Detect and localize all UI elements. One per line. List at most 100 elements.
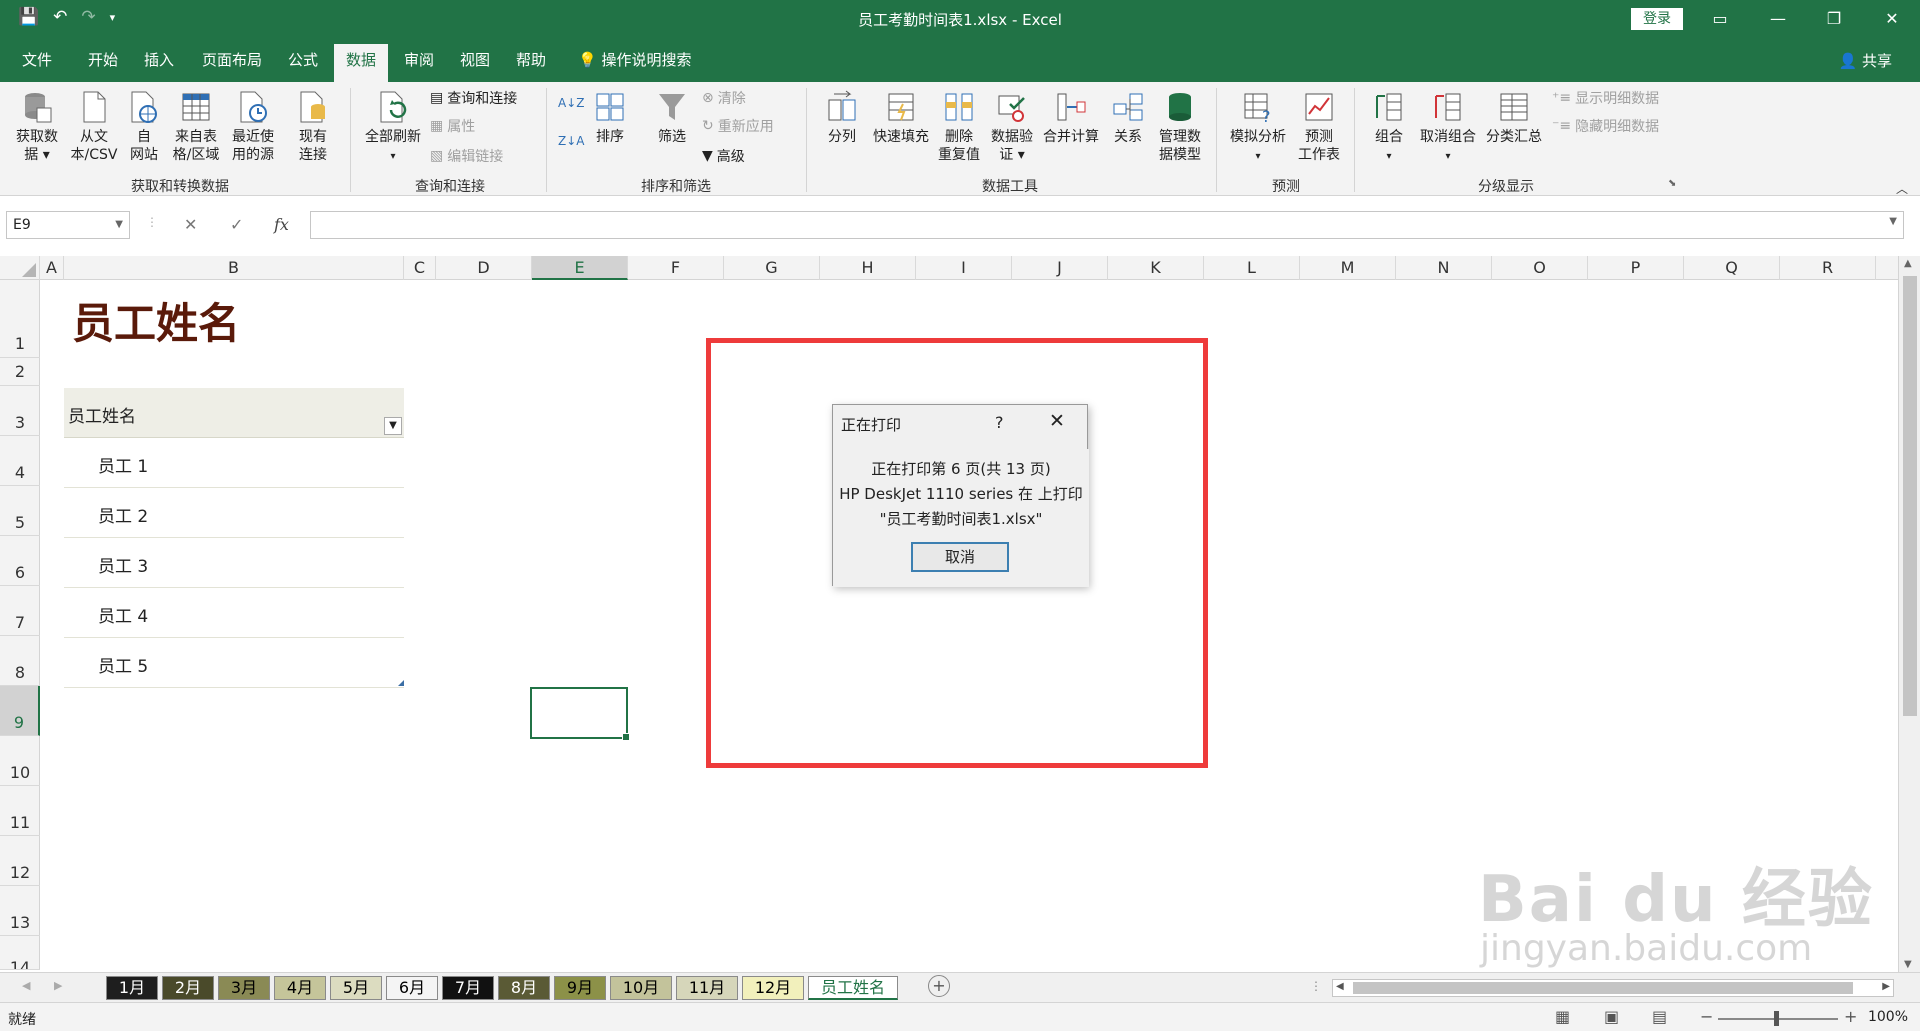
zoom-slider-knob[interactable] (1774, 1011, 1779, 1026)
column-header-j[interactable]: J (1012, 256, 1108, 280)
sheet-tab[interactable]: 10月 (610, 976, 672, 1000)
row-header-3[interactable]: 3 (0, 386, 40, 436)
column-header-b[interactable]: B (64, 256, 404, 280)
column-header-l[interactable]: L (1204, 256, 1300, 280)
ungroup-button[interactable]: 取消组合 ▾ (1416, 90, 1480, 166)
tab-help[interactable]: 帮助 (504, 44, 558, 82)
from-web-button[interactable]: 自 网站 (124, 90, 164, 164)
scroll-down-icon[interactable]: ▼ (1904, 959, 1912, 970)
active-cell-e9[interactable] (530, 687, 630, 741)
sheet-tab[interactable]: 12月 (742, 976, 804, 1000)
scroll-thumb[interactable] (1903, 276, 1917, 716)
close-button[interactable]: ✕ (1872, 5, 1912, 33)
column-header-n[interactable]: N (1396, 256, 1492, 280)
table-row[interactable]: 员工 3 (64, 538, 404, 588)
refresh-all-button[interactable]: 全部刷新 ▾ (360, 90, 426, 166)
prev-sheet-icon[interactable]: ◀ (22, 979, 30, 992)
column-header-h[interactable]: H (820, 256, 916, 280)
tab-formulas[interactable]: 公式 (276, 44, 330, 82)
table-row[interactable]: 员工 2 (64, 488, 404, 538)
filter-dropdown-button[interactable]: ▼ (384, 417, 402, 435)
existing-connections-button[interactable]: 现有 连接 (290, 90, 336, 164)
column-header-f[interactable]: F (628, 256, 724, 280)
column-header-i[interactable]: I (916, 256, 1012, 280)
hide-detail-button[interactable]: ⁻≡ 隐藏明细数据 (1552, 116, 1659, 136)
insert-function-icon[interactable]: fx (274, 215, 289, 234)
column-header-p[interactable]: P (1588, 256, 1684, 280)
add-sheet-button[interactable]: + (928, 975, 950, 997)
tab-page-layout[interactable]: 页面布局 (190, 44, 274, 82)
zoom-in-icon[interactable]: + (1844, 1007, 1857, 1026)
tab-review[interactable]: 审阅 (392, 44, 446, 82)
column-header-r[interactable]: R (1780, 256, 1876, 280)
data-validation-button[interactable]: 数据验 证 ▾ (986, 90, 1038, 164)
table-row[interactable]: 员工 5 (64, 638, 404, 688)
scroll-left-icon[interactable]: ◀ (1336, 981, 1344, 992)
sort-descending-button[interactable]: Z↓A (558, 134, 584, 148)
sheet-title[interactable]: 员工姓名 (72, 290, 240, 351)
row-header-13[interactable]: 13 (0, 886, 40, 936)
column-header-d[interactable]: D (436, 256, 532, 280)
vertical-scrollbar[interactable]: ▲ ▼ (1898, 256, 1920, 972)
zoom-level[interactable]: 100% (1868, 1009, 1908, 1025)
page-layout-view-icon[interactable]: ▣ (1604, 1007, 1619, 1026)
sheet-tab[interactable]: 员工姓名 (808, 976, 898, 1000)
h-scroll-thumb[interactable] (1353, 982, 1853, 994)
row-header-11[interactable]: 11 (0, 786, 40, 836)
cancel-icon[interactable]: ✕ (184, 215, 197, 234)
properties-button[interactable]: ▦ 属性 (430, 116, 475, 136)
row-header-2[interactable]: 2 (0, 358, 40, 386)
formula-input[interactable]: ▼ (310, 211, 1904, 239)
remove-duplicates-button[interactable]: 删除 重复值 (934, 90, 984, 164)
column-header-a[interactable]: A (40, 256, 64, 280)
tab-insert[interactable]: 插入 (132, 44, 186, 82)
select-all-corner[interactable] (0, 256, 40, 280)
name-box[interactable]: E9 ▼ (6, 211, 130, 239)
text-to-columns-button[interactable]: 分列 (820, 90, 864, 146)
tell-me-search[interactable]: 💡 操作说明搜索 (566, 44, 703, 82)
show-detail-button[interactable]: ⁺≡ 显示明细数据 (1552, 88, 1659, 108)
row-header-7[interactable]: 7 (0, 586, 40, 636)
relationships-button[interactable]: 关系 (1108, 90, 1148, 146)
sheet-tab[interactable]: 8月 (498, 976, 550, 1000)
next-sheet-icon[interactable]: ▶ (54, 979, 62, 992)
enter-icon[interactable]: ✓ (230, 215, 243, 234)
row-header-1[interactable]: 1 (0, 280, 40, 358)
restore-button[interactable]: ❐ (1814, 5, 1854, 33)
row-header-14[interactable]: 14 (0, 936, 40, 970)
tab-data[interactable]: 数据 (334, 44, 389, 82)
clear-filter-button[interactable]: ⊗ 清除 (702, 88, 746, 108)
collapse-ribbon-button[interactable]: ︿ (1896, 180, 1908, 197)
column-header-e[interactable]: E (532, 256, 628, 280)
from-csv-button[interactable]: 从文 本/CSV (66, 90, 122, 164)
table-row[interactable]: 员工 1 (64, 438, 404, 488)
share-button[interactable]: 👤 共享 (1839, 50, 1892, 71)
table-header-cell[interactable]: 员工姓名 ▼ (64, 388, 404, 438)
login-button[interactable]: 登录 (1631, 8, 1683, 30)
tab-home[interactable]: 开始 (76, 44, 130, 82)
sheet-tab[interactable]: 4月 (274, 976, 326, 1000)
column-header-m[interactable]: M (1300, 256, 1396, 280)
help-icon[interactable]: ? (995, 413, 1004, 432)
sheet-tab[interactable]: 9月 (554, 976, 606, 1000)
sheet-tab[interactable]: 6月 (386, 976, 438, 1000)
manage-data-model-button[interactable]: 管理数 据模型 (1152, 90, 1208, 164)
reapply-button[interactable]: ↻ 重新应用 (702, 116, 774, 136)
forecast-sheet-button[interactable]: 预测 工作表 (1294, 90, 1344, 164)
tab-splitter-icon[interactable]: ⋮ (1310, 979, 1322, 993)
row-header-4[interactable]: 4 (0, 436, 40, 486)
scroll-up-icon[interactable]: ▲ (1904, 258, 1912, 269)
horizontal-scrollbar[interactable]: ◀ ▶ (1332, 979, 1894, 997)
row-header-10[interactable]: 10 (0, 736, 40, 786)
sheet-tab[interactable]: 1月 (106, 976, 158, 1000)
from-table-button[interactable]: 来自表 格/区域 (168, 90, 224, 164)
filter-button[interactable]: 筛选 (652, 90, 692, 146)
row-header-6[interactable]: 6 (0, 536, 40, 586)
recent-sources-button[interactable]: 最近使 用的源 (226, 90, 280, 164)
group-button[interactable]: 组合 ▾ (1364, 90, 1414, 166)
sheet-tab[interactable]: 3月 (218, 976, 270, 1000)
consolidate-button[interactable]: 合并计算 (1040, 90, 1102, 146)
expand-formula-icon[interactable]: ▼ (1889, 216, 1897, 227)
column-header-g[interactable]: G (724, 256, 820, 280)
zoom-out-icon[interactable]: − (1700, 1007, 1713, 1026)
